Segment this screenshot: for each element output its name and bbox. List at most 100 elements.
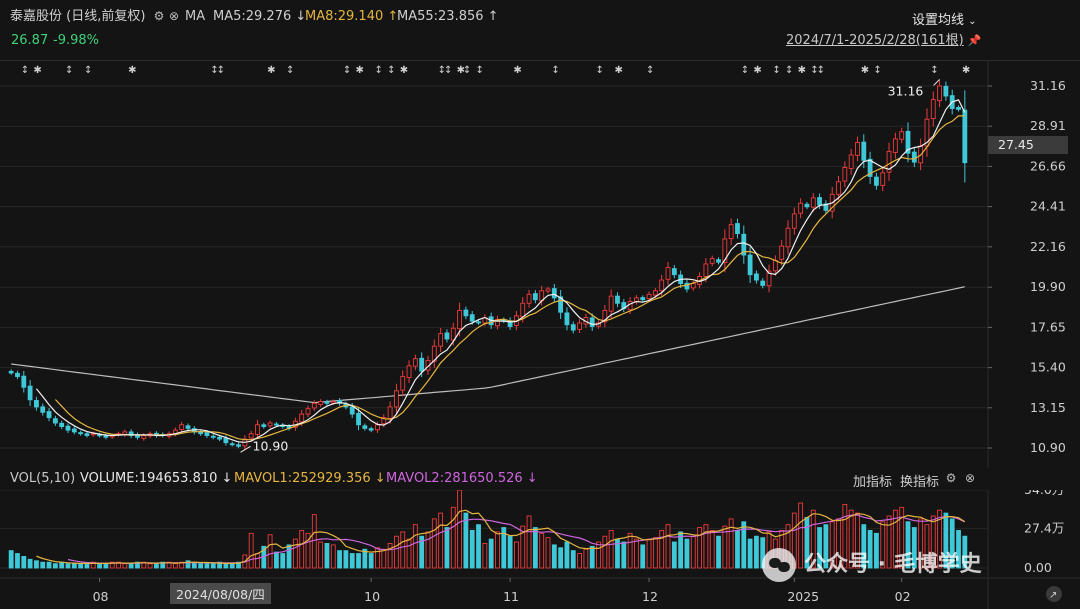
y-tick-label: 10.90 [1030, 440, 1066, 455]
volume-bar [229, 563, 235, 569]
candle [21, 370, 27, 393]
candle [564, 307, 570, 331]
candle [507, 317, 513, 330]
volume-bar [652, 537, 658, 569]
candle [880, 167, 886, 192]
volume-bar [640, 544, 646, 569]
candle [577, 319, 582, 334]
candle-body [545, 288, 551, 292]
candle-body [804, 203, 810, 208]
volume-bar [716, 535, 721, 569]
candle-body [532, 293, 538, 301]
x-tick-label: 02 [895, 589, 911, 604]
candle-body [419, 357, 425, 372]
candle [52, 415, 58, 426]
volume-bar [684, 538, 690, 569]
candle [84, 431, 90, 438]
candle [59, 420, 65, 430]
candle-body [103, 435, 109, 438]
candle-body [842, 167, 848, 182]
candle [722, 229, 728, 273]
candle [267, 420, 273, 429]
ma-settings-dropdown[interactable]: 设置均线 ⌄ [912, 9, 977, 28]
price-chart[interactable]: 31.16 28.91 26.66 24.41 22.16 19.90 17.65 15.40… [0, 60, 1080, 468]
event-marker: ✱ [128, 65, 136, 76]
candle-body [772, 259, 778, 272]
candle [532, 290, 538, 304]
switch-indicator-button[interactable]: 换指标 [900, 471, 939, 490]
candle [40, 403, 46, 416]
candle-body [324, 401, 330, 404]
stock-name: 泰嘉股份 [10, 9, 63, 24]
volume-bar [747, 538, 753, 569]
gear-icon[interactable]: ⚙ [944, 471, 958, 485]
gear-icon[interactable]: ⚙ [152, 9, 166, 23]
event-marker: ✱ [753, 65, 761, 76]
candle [463, 306, 469, 320]
candle [236, 442, 241, 449]
candle-body [476, 321, 481, 324]
event-marker: ↕ [84, 65, 92, 76]
candle-body [930, 99, 936, 119]
candle-body [223, 437, 229, 444]
ma-label: MA [185, 9, 206, 24]
candle [128, 429, 134, 439]
chevron-down-icon: ⌄ [968, 16, 977, 27]
volume-bar [59, 561, 65, 569]
event-marker: ↕ [596, 65, 604, 76]
volume-bar [754, 535, 759, 569]
candle-body [412, 358, 418, 367]
candle-body [406, 365, 412, 379]
volume-bar [450, 506, 456, 569]
candle-body [880, 172, 886, 186]
candle [754, 270, 759, 284]
close-icon[interactable]: ⊗ [167, 9, 181, 23]
stock-title: 泰嘉股份 (日线,前复权) [10, 9, 145, 25]
candle-body [690, 283, 696, 289]
event-marker: ↕ [21, 65, 29, 76]
candle [886, 142, 892, 181]
candle-body [728, 224, 734, 240]
candle-body [229, 443, 235, 446]
candle-body [810, 197, 816, 208]
event-marker: ✱ [33, 65, 41, 76]
volume-bar [349, 553, 355, 569]
chart-header: 泰嘉股份 (日线,前复权) ⚙ ⊗ MA MA5:29.276 ↓ MA8:29… [0, 0, 1080, 60]
candle-body [899, 131, 905, 140]
candle-body [615, 295, 620, 304]
candle-body [217, 436, 222, 440]
candle [867, 151, 873, 184]
pin-icon[interactable]: 📌 [968, 34, 982, 47]
y-tick-label: 54.0万 [1024, 490, 1064, 497]
candle [766, 264, 772, 293]
candle-body [255, 424, 260, 435]
candle-body [368, 428, 374, 431]
candle-body [754, 273, 759, 281]
add-indicator-button[interactable]: 加指标 [853, 471, 892, 490]
wechat-logo-icon [762, 548, 796, 582]
volume-bar [172, 563, 178, 569]
candle-body [394, 390, 399, 408]
candle-body [747, 254, 753, 276]
candle-body [97, 434, 102, 437]
volume-bar [337, 550, 342, 569]
candle [892, 132, 898, 159]
candle-body [785, 227, 791, 248]
candle [135, 432, 140, 440]
volume-bar [274, 551, 279, 569]
candle [684, 279, 690, 293]
volume-bar [154, 563, 159, 569]
close-icon[interactable]: ⊗ [963, 471, 977, 485]
candle [46, 407, 52, 422]
high-arrow [933, 79, 940, 86]
watermark-text: 公众号 · 毛博学史 [804, 552, 982, 577]
volume-bar [147, 563, 153, 569]
candle-body [469, 314, 475, 322]
volume-bar [34, 560, 39, 569]
volume-bar [457, 490, 462, 569]
candle-body [141, 435, 147, 439]
date-range: 2024/7/1-2025/2/28(161根) 📌 [786, 33, 982, 49]
candle [804, 201, 810, 210]
candle [798, 198, 804, 219]
candle-body [267, 422, 273, 427]
